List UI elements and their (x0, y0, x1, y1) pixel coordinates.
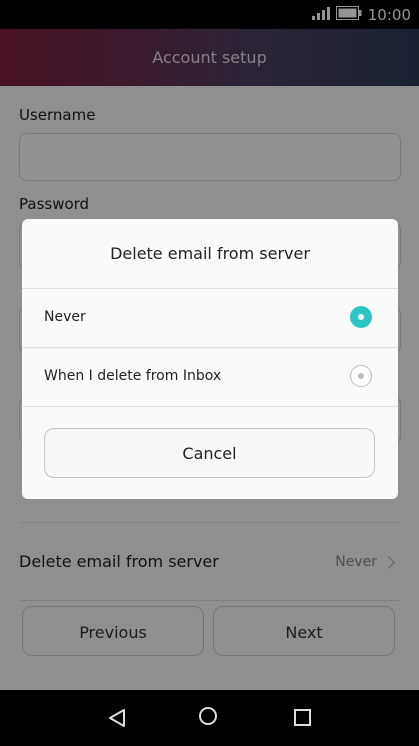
option-label: Never (44, 309, 86, 325)
divider (22, 406, 398, 407)
radio-selected-icon[interactable] (350, 306, 372, 328)
dialog-title: Delete email from server (110, 244, 310, 263)
navigation-bar (0, 690, 419, 746)
delete-email-dialog: Delete email from server Never When I de… (22, 219, 398, 499)
option-never[interactable]: Never (22, 289, 398, 347)
option-label: When I delete from Inbox (44, 368, 222, 384)
radio-unselected-icon[interactable] (350, 365, 372, 387)
home-icon[interactable] (199, 707, 217, 725)
cancel-button[interactable]: Cancel (44, 428, 375, 478)
back-icon[interactable] (108, 709, 126, 731)
option-when-delete-from-inbox[interactable]: When I delete from Inbox (22, 348, 398, 406)
recent-apps-icon[interactable] (294, 709, 311, 726)
